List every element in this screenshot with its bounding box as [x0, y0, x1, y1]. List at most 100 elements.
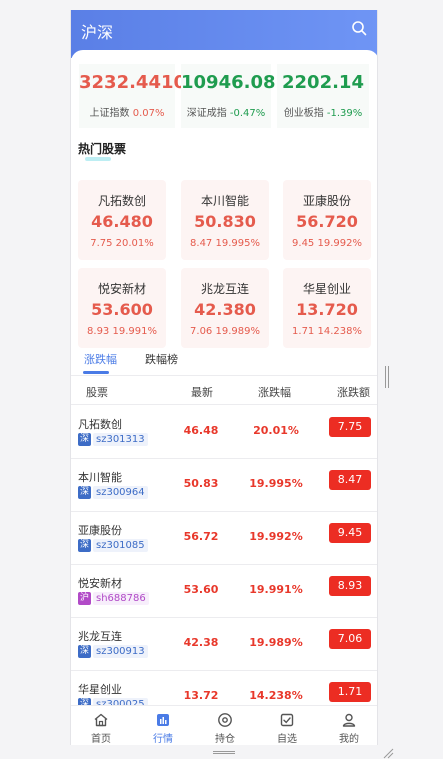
index-row: 3232.4410 上证指数 0.07% 10946.08 深证成指 -0.47… — [71, 64, 377, 128]
market-tag: 深 — [78, 645, 91, 658]
stock-code: sz300964 — [93, 486, 148, 499]
column-header-change-pct[interactable]: 涨跌幅 — [258, 384, 291, 400]
table-row[interactable]: 悦安新材 沪 sh688786 53.60 19.991% 8.93 — [71, 566, 377, 618]
change-amount-badge[interactable]: 7.75 — [329, 417, 371, 437]
nav-holdings[interactable]: 持仓 — [195, 708, 255, 745]
index-card-cyb[interactable]: 2202.14 创业板指 -1.39% — [277, 64, 369, 128]
change-amount-badge[interactable]: 1.71 — [329, 682, 371, 702]
hot-stock-card[interactable]: 凡拓数创 46.480 7.75 20.01% — [78, 180, 166, 260]
market-tag: 深 — [78, 698, 91, 705]
hot-stock-card[interactable]: 亚康股份 56.720 9.45 19.992% — [283, 180, 371, 260]
change-amount-badge[interactable]: 8.93 — [329, 576, 371, 596]
tab-losers[interactable]: 跌幅榜 — [145, 351, 178, 367]
nav-profile[interactable]: 我的 — [319, 708, 377, 745]
home-icon — [94, 713, 108, 727]
hot-stock-price: 42.380 — [194, 300, 256, 319]
column-header-latest[interactable]: 最新 — [191, 384, 213, 400]
hot-stock-price: 13.720 — [296, 300, 358, 319]
change-amount-badge[interactable]: 7.06 — [329, 629, 371, 649]
search-icon[interactable] — [351, 20, 367, 36]
nav-label: 行情 — [153, 734, 173, 745]
nav-label: 首页 — [91, 734, 111, 745]
change-percent: 14.238% — [249, 689, 303, 702]
index-name: 上证指数 — [89, 108, 130, 119]
change-percent: 19.989% — [249, 636, 303, 649]
nav-watchlist[interactable]: 自选 — [257, 708, 317, 745]
hot-stock-change: 8.93 19.991% — [87, 326, 157, 337]
latest-price: 50.83 — [183, 477, 219, 490]
stock-name: 凡拓数创 — [78, 418, 122, 431]
title-underline — [85, 157, 111, 161]
hot-stock-price: 56.720 — [296, 212, 358, 231]
page-title: 沪深 — [81, 23, 114, 42]
index-card-sz[interactable]: 10946.08 深证成指 -0.47% — [181, 64, 276, 128]
hot-stock-name: 华星创业 — [302, 282, 351, 296]
index-value: 2202.14 — [282, 72, 364, 93]
bottom-nav: 首页 行情 持仓 自选 我的 — [71, 705, 377, 745]
table-header: 股票 最新 涨跌幅 涨跌额 — [71, 375, 377, 405]
nav-home[interactable]: 首页 — [71, 708, 131, 745]
stock-name: 本川智能 — [78, 471, 122, 484]
stock-code: sz300913 — [93, 645, 148, 658]
hot-stock-card[interactable]: 本川智能 50.830 8.47 19.995% — [181, 180, 269, 260]
tab-gainers[interactable]: 涨跌幅 — [84, 351, 117, 367]
hot-stock-card[interactable]: 华星创业 13.720 1.71 14.238% — [283, 268, 371, 348]
nav-label: 自选 — [277, 734, 297, 745]
scrollbar-handle[interactable] — [385, 366, 389, 388]
column-header-change-amount[interactable]: 涨跌额 — [337, 384, 370, 400]
content-panel: 3232.4410 上证指数 0.07% 10946.08 深证成指 -0.47… — [71, 50, 377, 705]
nav-label: 持仓 — [215, 734, 235, 745]
table-row[interactable]: 本川智能 深 sz300964 50.83 19.995% 8.47 — [71, 460, 377, 512]
stock-name: 亚康股份 — [78, 524, 122, 537]
market-tag: 深 — [78, 433, 91, 446]
hot-stock-name: 兆龙互连 — [200, 282, 249, 296]
stock-name: 悦安新材 — [78, 577, 122, 590]
change-amount-badge[interactable]: 8.47 — [329, 470, 371, 490]
market-tag: 深 — [78, 539, 91, 552]
hot-stock-name: 本川智能 — [200, 194, 249, 208]
latest-price: 13.72 — [183, 689, 219, 702]
stock-code: sz301313 — [93, 433, 148, 446]
table-row[interactable]: 凡拓数创 深 sz301313 46.48 20.01% 7.75 — [71, 407, 377, 459]
nav-market[interactable]: 行情 — [133, 708, 193, 745]
change-percent: 20.01% — [253, 424, 299, 437]
nav-label: 我的 — [339, 734, 359, 745]
change-percent: 19.992% — [249, 530, 303, 543]
stock-name: 兆龙互连 — [78, 630, 122, 643]
change-amount-badge[interactable]: 9.45 — [329, 523, 371, 543]
index-card-sh[interactable]: 3232.4410 上证指数 0.07% — [79, 64, 186, 128]
column-header-stock[interactable]: 股票 — [86, 384, 108, 400]
profile-icon — [342, 713, 356, 727]
table-row[interactable]: 亚康股份 深 sz301085 56.72 19.992% 9.45 — [71, 513, 377, 565]
home-bar[interactable] — [213, 751, 235, 754]
index-change: 0.07% — [132, 108, 165, 119]
index-change: -1.39% — [326, 108, 363, 119]
table-row[interactable]: 兆龙互连 深 sz300913 42.38 19.989% 7.06 — [71, 619, 377, 671]
stock-code: sz300025 — [93, 698, 148, 705]
tab-indicator — [83, 371, 109, 374]
index-subtitle: 上证指数 0.07% — [79, 104, 175, 119]
hot-stock-change: 9.45 19.992% — [292, 238, 362, 249]
screen: 沪深 3232.4410 上证指数 0.07% 10946.08 深证成指 -0… — [0, 0, 443, 759]
hot-stock-price: 53.600 — [91, 300, 153, 319]
index-name: 创业板指 — [283, 108, 324, 119]
hot-stocks-title: 热门股票 — [78, 142, 127, 156]
latest-price: 42.38 — [183, 636, 219, 649]
change-percent: 19.991% — [249, 583, 303, 596]
latest-price: 56.72 — [183, 530, 219, 543]
resize-grip-icon[interactable] — [382, 747, 394, 759]
market-tag: 深 — [78, 486, 91, 499]
hot-stock-name: 凡拓数创 — [97, 194, 146, 208]
stock-name: 华星创业 — [78, 683, 122, 696]
stock-code: sz301085 — [93, 539, 148, 552]
hot-stock-change: 7.75 20.01% — [90, 238, 154, 249]
hot-stock-card[interactable]: 兆龙互连 42.380 7.06 19.989% — [181, 268, 269, 348]
table-row[interactable]: 华星创业 深 sz300025 13.72 14.238% 1.71 — [71, 672, 377, 705]
hot-stock-price: 46.480 — [91, 212, 153, 231]
hot-stock-card[interactable]: 悦安新材 53.600 8.93 19.991% — [78, 268, 166, 348]
index-subtitle: 创业板指 -1.39% — [277, 104, 369, 119]
hot-stock-change: 8.47 19.995% — [190, 238, 260, 249]
holdings-icon — [218, 713, 232, 727]
hot-stock-name: 悦安新材 — [97, 282, 146, 296]
stock-code: sh688786 — [93, 592, 149, 605]
